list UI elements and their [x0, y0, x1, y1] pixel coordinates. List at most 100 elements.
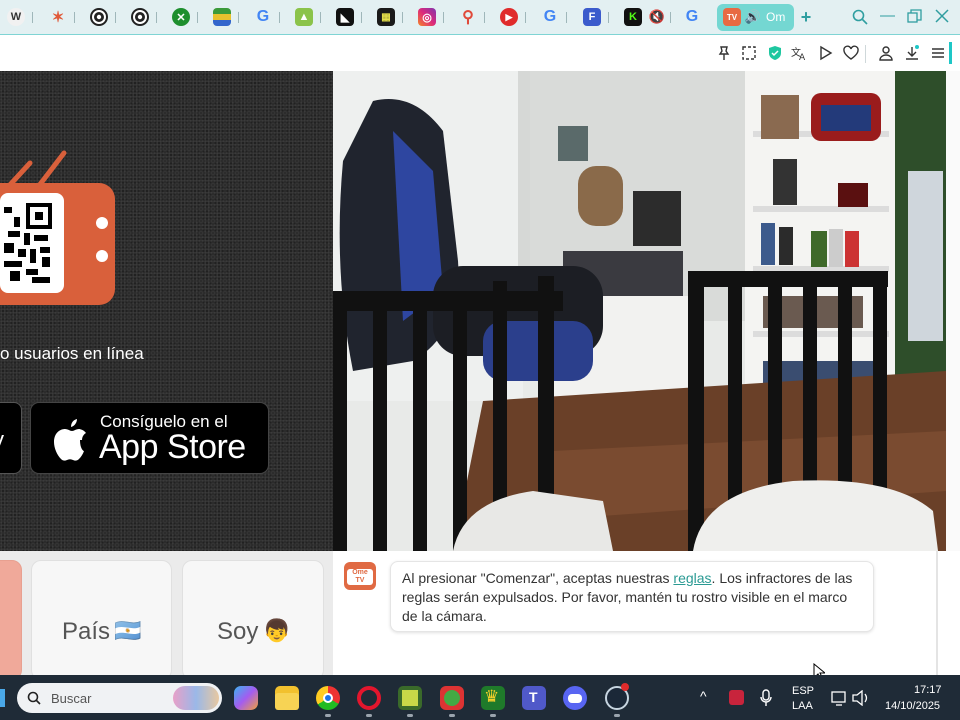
- country-card-label: País: [62, 618, 111, 645]
- start-button[interactable]: [0, 560, 22, 680]
- argentina-flag-icon: 🇦🇷: [114, 618, 142, 643]
- tab-separator: [238, 12, 239, 23]
- chat-area: Ome TV Al presionar "Comenzar", aceptas …: [333, 551, 938, 681]
- app-running-indicator: [490, 714, 496, 717]
- screen: W ✶ ✕ G ▲ ◣ ▦ ◎ ⚲ ▶ G F K 🔇 G TV 🔊 Om + …: [0, 0, 960, 720]
- instagram-icon[interactable]: ◎: [418, 8, 436, 26]
- camera-edge: [946, 71, 960, 551]
- tab-separator: [443, 12, 444, 23]
- opera-icon[interactable]: [357, 686, 381, 710]
- file-explorer-icon[interactable]: [275, 686, 299, 710]
- profile-icon[interactable]: [878, 45, 894, 61]
- app-store-badge[interactable]: Consíguelo en el App Store: [30, 402, 269, 474]
- sparkle-icon[interactable]: ◣: [336, 8, 354, 26]
- close-icon[interactable]: [935, 9, 949, 27]
- tab-separator: [361, 12, 362, 23]
- crown-game-icon[interactable]: ♛: [481, 686, 505, 710]
- discord-icon[interactable]: [563, 686, 587, 710]
- photos-icon[interactable]: [440, 686, 464, 710]
- translate-icon[interactable]: 文A: [791, 45, 807, 61]
- boy-icon: 👦: [263, 618, 291, 643]
- chrome-icon[interactable]: [131, 8, 149, 26]
- wikipedia-icon[interactable]: W: [7, 8, 25, 26]
- restore-icon[interactable]: [907, 9, 922, 28]
- grid-logo-icon[interactable]: ▦: [377, 8, 395, 26]
- youtube-music-icon[interactable]: ▶: [500, 8, 518, 26]
- maps-icon[interactable]: ⚲: [459, 8, 477, 26]
- xbox-icon[interactable]: ✕: [172, 8, 190, 26]
- tab-separator: [156, 12, 157, 23]
- tab-separator: [525, 12, 526, 23]
- app-running-indicator: [614, 714, 620, 717]
- toolbar-accent-bar: [949, 42, 952, 64]
- tab-separator: [566, 12, 567, 23]
- copilot-icon[interactable]: [234, 686, 258, 710]
- app-running-indicator: [325, 714, 331, 717]
- search-tabs-icon[interactable]: [852, 9, 868, 29]
- app-running-indicator: [449, 714, 455, 717]
- tab-separator: [115, 12, 116, 23]
- start-icon[interactable]: [0, 689, 5, 707]
- google-icon[interactable]: G: [683, 8, 701, 26]
- google-play-fragment: y: [0, 427, 4, 453]
- menu-icon[interactable]: [930, 45, 946, 61]
- game-icon[interactable]: [398, 686, 422, 710]
- teams-icon[interactable]: T: [522, 686, 546, 710]
- mute-icon[interactable]: 🔇: [648, 8, 666, 26]
- screenshot-icon[interactable]: [741, 45, 757, 61]
- search-highlight-icon: [173, 686, 219, 710]
- star-logo-icon[interactable]: ✶: [49, 8, 67, 26]
- camera-feed: [333, 71, 946, 551]
- camera-image: [333, 71, 946, 551]
- download-icon[interactable]: [904, 45, 920, 61]
- tray-app-icon[interactable]: [729, 690, 744, 705]
- message-text-start: Al presionar "Comenzar", aceptas nuestra…: [402, 570, 674, 586]
- taskbar: Buscar ♛ T ^ ESP LAA 17:17 14/10/2025: [0, 675, 960, 720]
- promo-panel: o usuarios en línea y Consíguelo en el A…: [0, 71, 333, 551]
- language-top[interactable]: ESP: [792, 685, 814, 697]
- tab-separator: [608, 12, 609, 23]
- clock-time[interactable]: 17:17: [914, 684, 942, 696]
- google-icon[interactable]: G: [254, 8, 272, 26]
- network-icon[interactable]: [831, 690, 847, 706]
- minimize-icon[interactable]: —: [880, 7, 895, 24]
- toolbar-divider: [865, 45, 866, 63]
- tab-separator: [670, 12, 671, 23]
- google-icon[interactable]: G: [541, 8, 559, 26]
- kick-icon[interactable]: K: [624, 8, 642, 26]
- gender-card-label: Soy: [217, 618, 259, 645]
- microphone-icon[interactable]: [760, 689, 772, 707]
- layers-icon[interactable]: [213, 8, 231, 26]
- browser-toolbar: 文A: [0, 36, 960, 71]
- online-users-text: o usuarios en línea: [0, 344, 144, 363]
- rules-link[interactable]: reglas: [673, 570, 711, 586]
- country-card[interactable]: País 🇦🇷: [31, 560, 172, 680]
- tab-separator: [484, 12, 485, 23]
- chrome-icon[interactable]: [316, 686, 340, 710]
- tray-expand-icon[interactable]: ^: [700, 688, 707, 704]
- language-bottom[interactable]: LAA: [792, 700, 813, 712]
- google-play-badge[interactable]: y: [0, 402, 22, 474]
- svg-text:A: A: [799, 53, 806, 61]
- browser-tab-strip: W ✶ ✕ G ▲ ◣ ▦ ◎ ⚲ ▶ G F K 🔇 G TV 🔊 Om + …: [0, 0, 960, 35]
- qr-code[interactable]: [0, 193, 64, 293]
- chrome-icon[interactable]: [90, 8, 108, 26]
- app-running-indicator: [407, 714, 413, 717]
- gender-card[interactable]: Soy 👦: [182, 560, 324, 680]
- volume-icon[interactable]: [852, 690, 870, 706]
- system-message-bubble: Al presionar "Comenzar", aceptas nuestra…: [390, 561, 874, 632]
- tv-knob: [96, 217, 108, 229]
- heart-icon[interactable]: [843, 45, 859, 61]
- new-tab-icon[interactable]: +: [797, 7, 815, 27]
- shield-icon[interactable]: [767, 45, 783, 61]
- image-icon[interactable]: ▲: [295, 8, 313, 26]
- tv-logo: [0, 183, 115, 305]
- speaker-icon[interactable]: 🔊: [744, 8, 762, 26]
- clock-date[interactable]: 14/10/2025: [885, 700, 940, 712]
- taskbar-search[interactable]: Buscar: [17, 683, 222, 713]
- pin-icon[interactable]: [716, 45, 732, 61]
- play-icon[interactable]: [817, 45, 833, 61]
- notification-badge: [621, 683, 629, 691]
- flipboard-icon[interactable]: F: [583, 8, 601, 26]
- ome-tv-avatar-icon: Ome TV: [344, 562, 376, 590]
